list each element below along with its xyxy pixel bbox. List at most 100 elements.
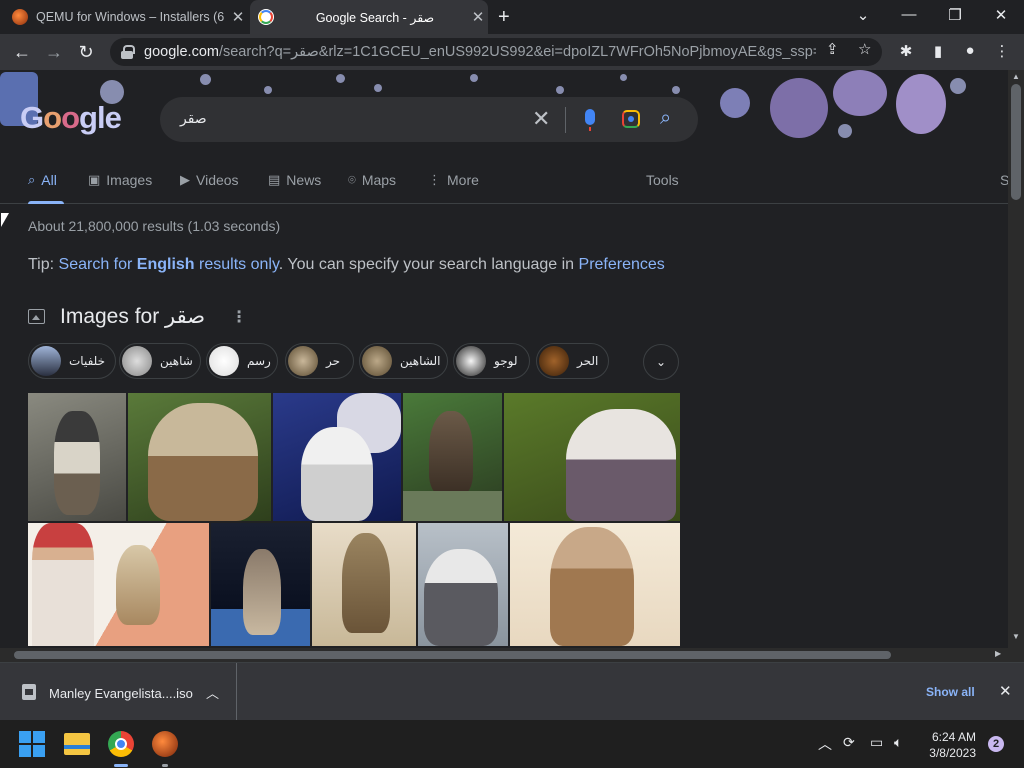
url-text: google.com/search?q=صقر&rlz=1C1GCEU_enUS… (144, 44, 816, 60)
tab-news[interactable]: ▤ News (268, 172, 321, 188)
download-item[interactable]: Manley Evangelista....iso ︿ (0, 663, 237, 721)
doodle-dot (336, 74, 345, 83)
windows-start-icon[interactable] (19, 731, 45, 757)
search-icon[interactable]: ⌕ (660, 107, 671, 130)
news-icon: ▤ (268, 172, 281, 187)
reload-icon[interactable]: ↻ (74, 40, 98, 64)
qemu-icon[interactable] (152, 731, 178, 757)
chevron-down-icon[interactable]: ⌄ (643, 344, 679, 380)
doodle-dot (620, 74, 627, 81)
search-nav: ⌕ All ▣ Images ▶ Videos ▤ News ⌾ Maps ⋮ More T… (0, 170, 1008, 204)
tab-qemu[interactable]: QEMU for Windows – Installers (6 ✕ (12, 0, 248, 34)
falcon-image[interactable] (418, 523, 508, 646)
show-all-button[interactable]: Show all (926, 685, 975, 699)
network-icon[interactable]: ▭ (870, 734, 883, 751)
share-icon[interactable]: ⇪ (826, 40, 839, 58)
falcon-image[interactable] (28, 393, 126, 521)
doodle-dot (556, 86, 564, 94)
doodle-dot (470, 74, 478, 82)
safesearch-button[interactable]: S (1000, 172, 1008, 188)
new-tab-button[interactable]: + (498, 6, 510, 29)
doodle-portrait[interactable] (833, 70, 887, 116)
scroll-down-icon[interactable]: ▼ (1012, 632, 1020, 641)
search-box[interactable]: صقر ✕ ⌕ (160, 97, 698, 142)
google-lens-icon[interactable] (622, 110, 640, 128)
doodle-dot (264, 86, 272, 94)
file-explorer-icon[interactable] (64, 733, 90, 755)
related-chip[interactable]: شاهين (119, 343, 201, 379)
doodle-dot (950, 78, 966, 94)
close-icon[interactable]: ✕ (999, 682, 1012, 700)
forward-icon[interactable]: → (42, 40, 66, 64)
related-chip[interactable]: رسم (206, 343, 278, 379)
tab-more[interactable]: ⋮ More (428, 172, 479, 188)
scroll-up-icon[interactable]: ▲ (1012, 72, 1020, 81)
related-chip[interactable]: الحر (536, 343, 609, 379)
falcon-shape (429, 411, 473, 495)
falcon-image[interactable] (510, 523, 680, 646)
person-shape (32, 523, 94, 646)
images-heading-text[interactable]: Images for صقر (60, 304, 205, 329)
minimize-icon[interactable]: — (894, 6, 924, 23)
volume-icon[interactable]: 🔈︎ (894, 734, 902, 751)
lock-icon[interactable] (120, 45, 135, 59)
scroll-right-icon[interactable]: ▶ (995, 649, 1001, 658)
falcon-image[interactable] (273, 393, 401, 521)
preferences-link[interactable]: Preferences (579, 256, 665, 273)
close-tab-icon[interactable]: ✕ (228, 8, 248, 26)
english-only-link[interactable]: Search for English results only (59, 256, 279, 273)
related-chip[interactable]: حر (285, 343, 354, 379)
scrollbar-thumb[interactable] (14, 651, 891, 659)
tab-videos[interactable]: ▶ Videos (180, 172, 239, 188)
falcon-shape (424, 549, 498, 646)
extensions-icon[interactable]: ✱ (896, 42, 916, 62)
restore-icon[interactable]: ❐ (940, 6, 970, 24)
doodle-portrait[interactable] (896, 74, 946, 134)
chrome-icon[interactable] (108, 731, 134, 757)
search-input[interactable]: صقر (180, 110, 207, 127)
falcon-image[interactable] (403, 393, 502, 521)
horizontal-scrollbar[interactable]: ▶ (0, 648, 1008, 662)
tab-search-icon[interactable]: ⌄ (848, 6, 878, 24)
tray-chevron-up-icon[interactable]: ︿ (818, 734, 832, 754)
clear-search-icon[interactable]: ✕ (532, 106, 550, 132)
result-stats: About 21,800,000 results (1.03 seconds) (28, 218, 281, 234)
vertical-scrollbar[interactable]: ▲ ▼ (1008, 70, 1024, 648)
falcon-image[interactable] (28, 523, 209, 646)
close-window-icon[interactable]: ✕ (986, 6, 1016, 24)
tools-button[interactable]: Tools (646, 172, 679, 188)
profile-icon[interactable]: ● (960, 42, 980, 62)
address-bar[interactable]: google.com/search?q=صقر&rlz=1C1GCEU_enUS… (110, 38, 882, 66)
chevron-up-icon[interactable]: ︿ (206, 683, 219, 702)
tab-all[interactable]: ⌕ All (28, 172, 64, 204)
file-icon (22, 684, 36, 700)
sync-icon[interactable]: ⟳ (843, 734, 855, 751)
image-icon (28, 309, 45, 324)
clock[interactable]: 6:24 AM 3/8/2023 (928, 729, 976, 761)
falcon-shape (54, 411, 100, 515)
doodle-portrait[interactable] (770, 78, 828, 138)
menu-kebab-icon[interactable]: ⋮ (992, 42, 1012, 62)
falcon-image[interactable] (128, 393, 271, 521)
falcon-image[interactable] (504, 393, 680, 521)
tab-images[interactable]: ▣ Images (88, 172, 152, 188)
google-icon (258, 9, 274, 25)
tab-google-search[interactable]: Google Search - صقر ✕ (250, 0, 488, 34)
microphone-icon[interactable] (585, 109, 595, 131)
falcon-image[interactable] (312, 523, 416, 646)
back-icon[interactable]: ← (10, 40, 34, 64)
bookmark-star-icon[interactable]: ☆ (858, 40, 871, 58)
more-options-icon[interactable]: ⋮ (231, 307, 247, 327)
related-chip[interactable]: الشاهين (359, 343, 448, 379)
side-panel-icon[interactable]: ▮ (928, 42, 948, 62)
scrollbar-thumb[interactable] (1011, 84, 1021, 200)
falcon-image[interactable] (211, 523, 310, 646)
close-tab-icon[interactable]: ✕ (468, 8, 488, 26)
tab-maps[interactable]: ⌾ Maps (348, 172, 396, 188)
related-chip[interactable]: خلفيات (28, 343, 116, 379)
google-logo[interactable]: Google (20, 100, 122, 136)
language-tip: Tip: Search for English results only. Yo… (28, 256, 665, 273)
download-bar: Manley Evangelista....iso ︿ Show all ✕ (0, 662, 1024, 721)
related-chip[interactable]: لوجو (453, 343, 530, 379)
notification-badge[interactable]: 2 (988, 736, 1004, 752)
